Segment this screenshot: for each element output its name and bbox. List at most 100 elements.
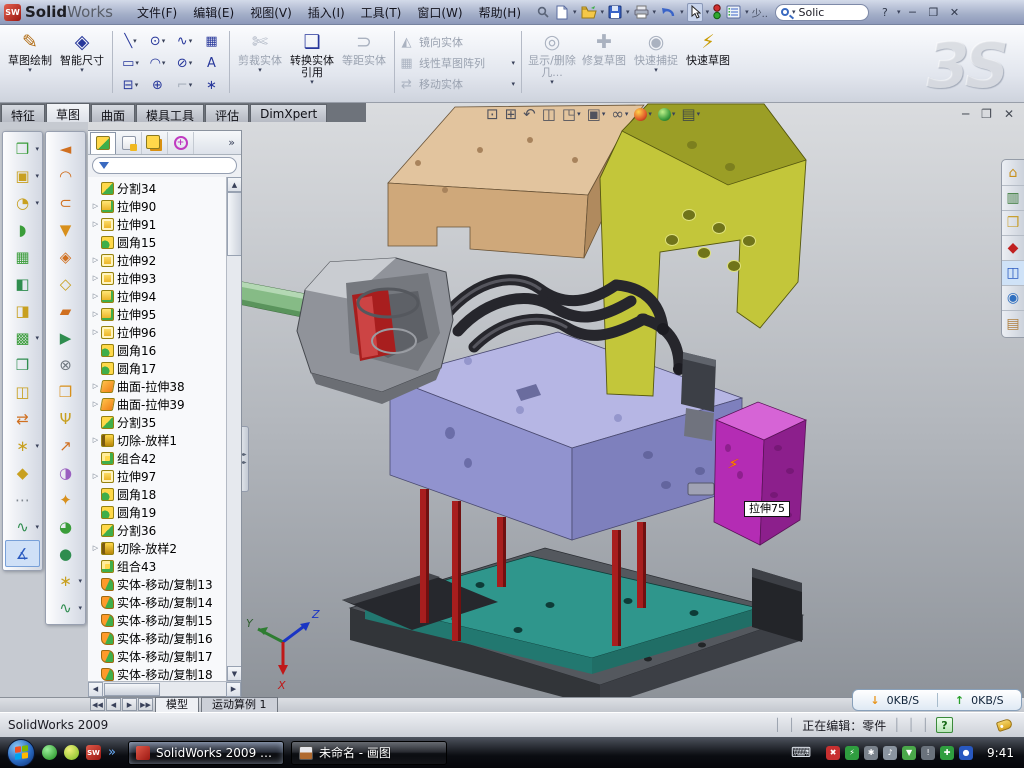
open-icon[interactable] bbox=[580, 3, 598, 22]
feature-tool-12[interactable]: ∗▾ bbox=[5, 432, 40, 459]
messenger-quicklaunch-icon[interactable] bbox=[42, 745, 57, 760]
dropdown-arrow-icon[interactable]: ▾ bbox=[78, 605, 82, 612]
olive-yoke[interactable] bbox=[600, 104, 806, 396]
updater-tray-icon[interactable]: ✱ bbox=[864, 746, 878, 760]
dropdown-arrow-icon[interactable]: ▾ bbox=[258, 67, 262, 74]
tree-item[interactable]: ▷拉伸94 bbox=[90, 287, 225, 305]
expand-arrow-icon[interactable]: ▷ bbox=[90, 328, 101, 336]
configurationmanager-tab[interactable] bbox=[142, 132, 168, 154]
dropdown-arrow-icon[interactable]: ▾ bbox=[550, 79, 554, 86]
display-delete-relations-button[interactable]: ◎显示/删除几...▾ bbox=[526, 28, 578, 86]
dimxpertmanager-tab[interactable]: + bbox=[168, 132, 194, 154]
dropdown-arrow-icon[interactable]: ▾ bbox=[697, 111, 701, 118]
tab-评估[interactable]: 评估 bbox=[205, 104, 249, 122]
dropdown-arrow-icon[interactable]: ▾ bbox=[511, 60, 515, 67]
dropdown-arrow-icon[interactable]: ▾ bbox=[78, 578, 82, 585]
tree-item[interactable]: 实体-移动/复制17 bbox=[90, 647, 225, 665]
expand-arrow-icon[interactable]: ▷ bbox=[90, 202, 101, 210]
dropdown-arrow-icon[interactable]: ▾ bbox=[35, 146, 39, 153]
linear-sketch-pattern-button[interactable]: ▦线性草图阵列▾ bbox=[399, 53, 517, 73]
network-warning-tray-icon[interactable]: ! bbox=[921, 746, 935, 760]
tree-item[interactable]: 圆角19 bbox=[90, 503, 225, 521]
smart-dimension-button[interactable]: ◈智能尺寸▾ bbox=[56, 28, 108, 74]
traffic-light-icon[interactable] bbox=[712, 3, 722, 22]
download-manager-tray-icon[interactable]: ▼ bbox=[902, 746, 916, 760]
net-speed-widget[interactable]: ↓0KB/S ↑0KB/S bbox=[852, 689, 1022, 711]
keyboard-layout-icon[interactable]: ⌨ bbox=[791, 745, 811, 761]
mold-tool-6[interactable]: ◇ bbox=[48, 270, 83, 297]
print-icon[interactable] bbox=[633, 3, 650, 22]
tree-item[interactable]: 分割35 bbox=[90, 413, 225, 431]
taskbar-clock[interactable]: 9:41 bbox=[987, 746, 1014, 760]
tree-item[interactable]: 圆角15 bbox=[90, 233, 225, 251]
design-library-tab[interactable]: ▥ bbox=[1002, 186, 1024, 211]
doc-restore-icon[interactable]: ❐ bbox=[981, 107, 992, 121]
dropdown-arrow-icon[interactable]: ▾ bbox=[577, 111, 581, 118]
feature-tool-16[interactable]: ∡ bbox=[5, 540, 40, 567]
mold-tool-10[interactable]: ❒ bbox=[48, 378, 83, 405]
dropdown-arrow-icon[interactable]: ▾ bbox=[162, 38, 166, 45]
feature-tool-7[interactable]: ◨ bbox=[5, 297, 40, 324]
feature-tool-15[interactable]: ∿▾ bbox=[5, 513, 40, 540]
ellipse-tool[interactable]: ⊘▾ bbox=[171, 52, 198, 74]
dropdown-arrow-icon[interactable]: ▾ bbox=[135, 60, 139, 67]
prev-tab-icon[interactable]: ◀ bbox=[106, 698, 121, 711]
messenger-tray-icon[interactable]: ● bbox=[959, 746, 973, 760]
dropdown-arrow-icon[interactable]: ▾ bbox=[135, 82, 139, 89]
mold-tool-7[interactable]: ▰ bbox=[48, 297, 83, 324]
dropdown-arrow-icon[interactable]: ▾ bbox=[35, 524, 39, 531]
search-box[interactable]: ▾Solic bbox=[775, 4, 869, 21]
quicklaunch-overflow-chevron[interactable]: » bbox=[108, 745, 116, 760]
trim-entities-button[interactable]: ✄剪裁实体▾ bbox=[234, 28, 286, 86]
move-entities-button[interactable]: ⇄移动实体▾ bbox=[399, 74, 517, 94]
mold-tool-3[interactable]: ⊂ bbox=[48, 189, 83, 216]
security-suite-tray-icon[interactable]: ⚡ bbox=[845, 746, 859, 760]
selection-box-tool[interactable]: ▦ bbox=[198, 30, 225, 52]
tab-DimXpert[interactable]: DimXpert bbox=[250, 104, 327, 122]
select-dropdown[interactable]: ▾ bbox=[706, 9, 710, 16]
mirror-entities-button[interactable]: ◭镜向实体 bbox=[399, 32, 517, 52]
tree-item[interactable]: 实体-移动/复制13 bbox=[90, 575, 225, 593]
rapid-sketch-button[interactable]: ⚡快速草图 bbox=[682, 28, 734, 86]
hscrollbar-thumb[interactable] bbox=[104, 683, 160, 696]
view-palette-tab[interactable]: ◫ bbox=[1002, 261, 1024, 286]
expand-arrow-icon[interactable]: ▷ bbox=[90, 256, 101, 264]
select-cursor-icon[interactable] bbox=[687, 3, 703, 22]
tags-icon[interactable] bbox=[996, 718, 1013, 732]
options-list-icon[interactable] bbox=[725, 3, 742, 22]
dropdown-arrow-icon[interactable]: ▾ bbox=[28, 67, 32, 74]
tab-草图[interactable]: 草图 bbox=[46, 103, 90, 122]
first-tab-icon[interactable]: ◀◀ bbox=[90, 698, 105, 711]
taskbar-task-solidworks[interactable]: SolidWorks 2009 - ... bbox=[128, 741, 284, 765]
view-settings-button[interactable]: ▤▾ bbox=[681, 105, 700, 123]
tree-item[interactable]: ▷切除-放样2 bbox=[90, 539, 225, 557]
tree-item[interactable]: ▷拉伸90 bbox=[90, 197, 225, 215]
appearances-scenes-tab[interactable]: ◉ bbox=[1002, 286, 1024, 311]
edit-appearance-button[interactable]: ▾ bbox=[634, 108, 652, 121]
mold-tool-9[interactable]: ⊗ bbox=[48, 351, 83, 378]
dropdown-arrow-icon[interactable]: ▾ bbox=[654, 67, 658, 74]
rectangle-tool[interactable]: ▭▾ bbox=[117, 52, 144, 74]
apply-scene-button[interactable]: ▾ bbox=[658, 108, 676, 121]
model-tab-模型[interactable]: 模型 bbox=[155, 697, 199, 712]
arc-tool[interactable]: ◠▾ bbox=[144, 52, 171, 74]
pc-health-tray-icon[interactable]: ✚ bbox=[940, 746, 954, 760]
menu-工具(T)[interactable]: 工具(T) bbox=[353, 1, 410, 24]
menu-帮助(H)[interactable]: 帮助(H) bbox=[471, 1, 529, 24]
tree-horizontal-scrollbar[interactable]: ◀ ▶ bbox=[88, 681, 241, 696]
repair-sketch-button[interactable]: ✚修复草图 bbox=[578, 28, 630, 86]
expand-arrow-icon[interactable]: ▷ bbox=[90, 382, 101, 390]
expand-arrow-icon[interactable]: ▷ bbox=[90, 400, 101, 408]
file-explorer-tab[interactable]: ❒ bbox=[1002, 211, 1024, 236]
toolbox-tab[interactable]: ◆ bbox=[1002, 236, 1024, 261]
pin-icon[interactable] bbox=[535, 3, 551, 22]
menu-文件(F)[interactable]: 文件(F) bbox=[129, 1, 185, 24]
mold-tool-4[interactable]: ▼ bbox=[48, 216, 83, 243]
tree-item[interactable]: 实体-移动/复制15 bbox=[90, 611, 225, 629]
mold-tool-11[interactable]: Ψ bbox=[48, 405, 83, 432]
feature-tool-6[interactable]: ◧ bbox=[5, 270, 40, 297]
search-scope-dropdown[interactable]: ▾ bbox=[792, 9, 796, 16]
feature-tool-4[interactable]: ◗ bbox=[5, 216, 40, 243]
mold-tool-1[interactable]: ◄ bbox=[48, 135, 83, 162]
feature-tool-1[interactable]: ❒▾ bbox=[5, 135, 40, 162]
